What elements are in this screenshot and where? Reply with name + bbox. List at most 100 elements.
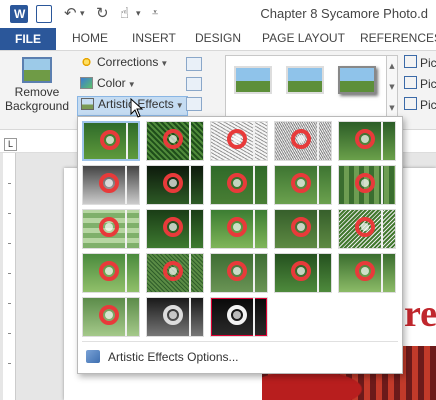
life-ring-image — [163, 305, 183, 325]
tab-design[interactable]: DESIGN — [195, 31, 241, 45]
goal-post-image — [125, 210, 127, 248]
artistic-effect-12[interactable] — [146, 209, 204, 249]
artistic-effect-19[interactable] — [274, 253, 332, 293]
remove-background-button[interactable]: Remove Background — [4, 55, 70, 125]
tab-references[interactable]: REFERENCES — [360, 31, 436, 45]
goal-post-image — [317, 210, 319, 248]
artistic-effect-1[interactable] — [82, 121, 140, 161]
chevron-down-icon: ▼ — [175, 101, 184, 110]
document-heading: re — [404, 293, 436, 335]
corrections-button[interactable]: Corrections ▼ — [80, 55, 168, 73]
artistic-effect-9[interactable] — [274, 165, 332, 205]
goal-post-image — [189, 210, 191, 248]
life-ring-image — [291, 129, 311, 149]
scroll-down-icon[interactable]: ▼ — [387, 77, 397, 98]
ribbon-tabs: FILE HOME INSERT DESIGN PAGE LAYOUT REFE… — [0, 28, 436, 50]
artistic-effects-options-label: Artistic Effects Options... — [108, 350, 239, 364]
remove-background-label-2: Background — [4, 99, 70, 113]
artistic-effect-4[interactable] — [274, 121, 332, 161]
undo-dropdown-icon[interactable]: ▾ — [80, 9, 85, 19]
picture-layout-button[interactable]: Pic — [404, 97, 436, 112]
effects-options-icon — [86, 350, 100, 363]
artistic-effect-8[interactable] — [210, 165, 268, 205]
tab-selector[interactable]: L — [4, 138, 17, 151]
goal-post-image — [253, 210, 255, 248]
chevron-down-icon: ▼ — [127, 80, 136, 89]
word-app-icon — [10, 5, 28, 23]
styles-gallery-scroll[interactable]: ▲ ▼ ▼ — [386, 55, 398, 121]
goal-post-image — [381, 254, 383, 292]
picture-effects-label: Pic — [420, 77, 436, 91]
tab-insert[interactable]: INSERT — [132, 31, 176, 45]
artistic-effect-20[interactable] — [338, 253, 396, 293]
tab-file[interactable]: FILE — [0, 28, 56, 50]
artistic-effect-13[interactable] — [210, 209, 268, 249]
goal-post-image — [253, 166, 255, 204]
picture-border-button[interactable]: Pic — [404, 55, 436, 70]
color-icon — [80, 77, 93, 89]
life-ring-image — [99, 173, 119, 193]
picture-effects-button[interactable]: Pic — [404, 76, 436, 91]
artistic-effect-23[interactable] — [210, 297, 268, 337]
artistic-effect-22[interactable] — [146, 297, 204, 337]
artistic-effect-18[interactable] — [210, 253, 268, 293]
life-ring-image — [355, 217, 375, 237]
life-ring-image — [227, 129, 247, 149]
picture-style-3[interactable] — [338, 66, 376, 94]
life-ring-image — [99, 217, 119, 237]
life-ring-image — [163, 217, 183, 237]
life-ring-image — [100, 130, 120, 150]
color-label: Color — [97, 76, 126, 90]
title-bar: ↶ ▾ ↻ ☝ ▾ ⩡ Chapter 8 Sycamore Photo.d — [0, 0, 436, 28]
artistic-effect-10[interactable] — [338, 165, 396, 205]
artistic-effect-11[interactable] — [82, 209, 140, 249]
touch-dropdown-icon[interactable]: ▾ — [136, 9, 141, 19]
compress-pictures-icon[interactable] — [186, 57, 202, 71]
artistic-effect-2[interactable] — [146, 121, 204, 161]
life-ring-image — [99, 261, 119, 281]
color-button[interactable]: Color ▼ — [80, 76, 136, 94]
goal-post-image — [253, 254, 255, 292]
picture-layout-label: Pic — [420, 98, 436, 112]
artistic-effects-options-item[interactable]: Artistic Effects Options... — [84, 347, 394, 367]
undo-icon[interactable]: ↶ — [64, 4, 77, 22]
life-ring-image — [163, 261, 183, 281]
artistic-effect-7[interactable] — [146, 165, 204, 205]
remove-background-label-1: Remove — [14, 85, 60, 99]
artistic-effect-16[interactable] — [82, 253, 140, 293]
life-ring-image — [163, 129, 183, 149]
save-icon[interactable] — [36, 5, 52, 23]
artistic-effect-14[interactable] — [274, 209, 332, 249]
goal-post-image — [253, 298, 255, 336]
artistic-effect-6[interactable] — [82, 165, 140, 205]
picture-style-1[interactable] — [234, 66, 272, 94]
artistic-effect-15[interactable] — [338, 209, 396, 249]
artistic-effect-21[interactable] — [82, 297, 140, 337]
goal-post-image — [189, 298, 191, 336]
corrections-label: Corrections — [97, 55, 159, 69]
picture-styles-gallery — [225, 55, 387, 123]
life-ring-image — [99, 305, 119, 325]
goal-post-image — [189, 166, 191, 204]
change-picture-icon[interactable] — [186, 77, 202, 91]
life-ring-image — [355, 261, 375, 281]
picture-style-2[interactable] — [286, 66, 324, 94]
chevron-down-icon: ▼ — [160, 59, 169, 68]
redo-icon[interactable]: ↻ — [96, 4, 109, 22]
artistic-effect-5[interactable] — [338, 121, 396, 161]
tab-page-layout[interactable]: PAGE LAYOUT — [262, 31, 345, 45]
scroll-up-icon[interactable]: ▲ — [387, 56, 397, 77]
picture-effects-icon — [404, 76, 417, 89]
life-ring-image — [227, 305, 247, 325]
artistic-effect-3[interactable] — [210, 121, 268, 161]
life-ring-image — [355, 129, 375, 149]
customize-qat-icon[interactable]: ⩡ — [152, 6, 158, 20]
touch-mode-icon[interactable]: ☝ — [120, 4, 129, 22]
artistic-effect-17[interactable] — [146, 253, 204, 293]
life-ring-image — [227, 261, 247, 281]
goal-post-image — [317, 122, 319, 160]
tab-home[interactable]: HOME — [72, 31, 108, 45]
vertical-ruler — [3, 153, 16, 400]
reset-picture-icon[interactable] — [186, 97, 202, 111]
goal-post-image — [317, 254, 319, 292]
